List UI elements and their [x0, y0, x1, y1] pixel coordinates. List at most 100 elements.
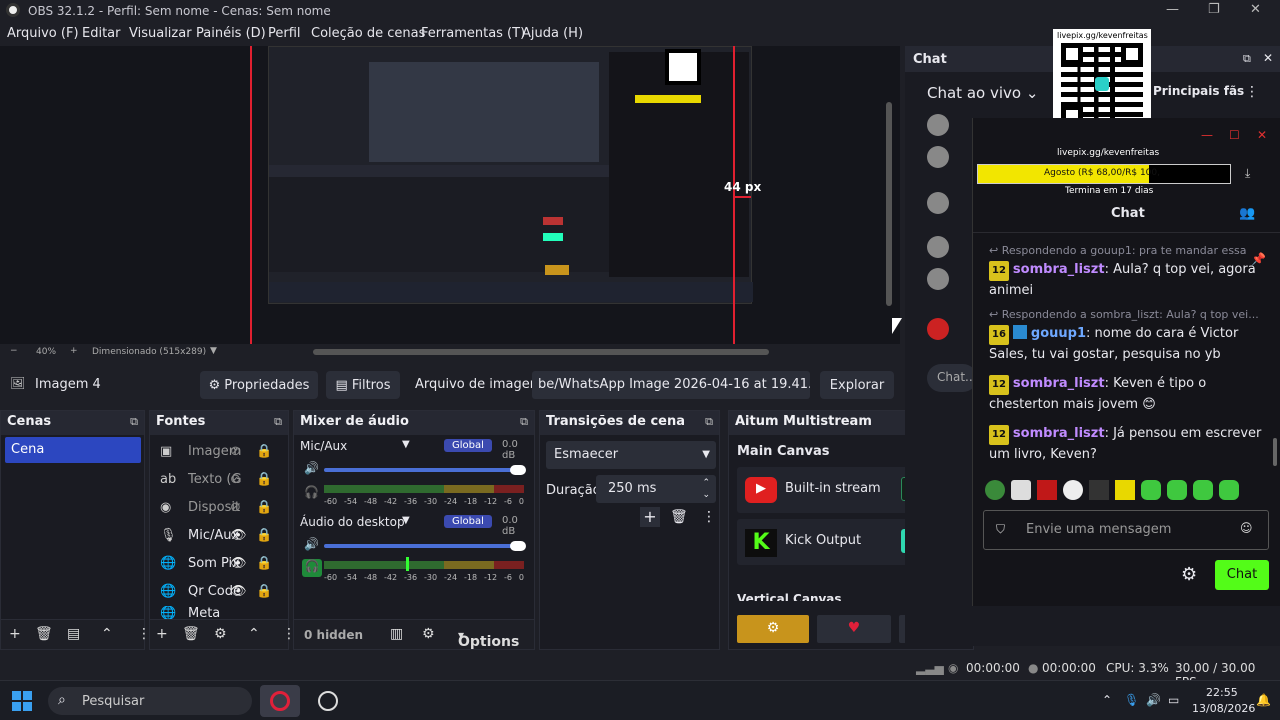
- options-button[interactable]: Options ▾: [458, 628, 519, 650]
- zoom-out-button[interactable]: −: [10, 346, 18, 356]
- columns-icon[interactable]: ▥: [390, 626, 403, 642]
- volume-knob[interactable]: [510, 541, 526, 551]
- close-icon[interactable]: ✕: [1263, 51, 1273, 65]
- microphone-icon[interactable]: 🎙: [1124, 693, 1139, 707]
- menu-arquivo[interactable]: Arquivo (F): [7, 26, 79, 41]
- menu-ajuda[interactable]: Ajuda (H): [522, 26, 583, 41]
- menu-editar[interactable]: Editar: [82, 26, 121, 41]
- minimize-icon[interactable]: —: [1201, 128, 1213, 142]
- menu-perfil[interactable]: Perfil: [268, 26, 301, 41]
- top-fans-button[interactable]: Principais fãs: [1153, 84, 1244, 98]
- source-item[interactable]: 🌐 Som Pix 👁 🔒: [160, 550, 272, 576]
- mode-badge[interactable]: Global: [444, 439, 492, 452]
- mode-badge[interactable]: Global: [444, 515, 492, 528]
- app-taskbar-icon[interactable]: [318, 691, 338, 711]
- add-scene-button[interactable]: +: [9, 626, 21, 642]
- remove-transition-button[interactable]: 🗑: [670, 509, 688, 525]
- menu-colecao[interactable]: Coleção de cenas: [311, 26, 425, 41]
- obs-taskbar-icon[interactable]: [260, 685, 300, 717]
- move-up-icon[interactable]: ⌃: [248, 626, 260, 642]
- monitor-off-icon[interactable]: 🎧: [304, 485, 319, 499]
- monitor-on-icon[interactable]: 🎧: [302, 559, 322, 577]
- undock-icon[interactable]: ⧉: [705, 415, 713, 429]
- lock-icon[interactable]: 🔒: [256, 584, 272, 599]
- scene-filters-icon[interactable]: ▤: [67, 626, 80, 642]
- users-icon[interactable]: 👥: [1239, 206, 1255, 221]
- windows-start-icon[interactable]: [12, 691, 32, 711]
- preview-canvas[interactable]: 44 px: [0, 46, 900, 346]
- maximize-icon[interactable]: ❐: [1208, 2, 1220, 17]
- horizontal-scrollbar[interactable]: [313, 349, 769, 355]
- undock-icon[interactable]: ⧉: [130, 415, 138, 429]
- tray-expand-icon[interactable]: ⌃: [1102, 693, 1112, 707]
- donate-button[interactable]: ♥: [817, 615, 891, 643]
- undock-icon[interactable]: ⧉: [274, 415, 282, 429]
- move-up-icon[interactable]: ⌃: [101, 626, 113, 642]
- transition-select[interactable]: Esmaecer ▼: [546, 441, 716, 469]
- minimize-icon[interactable]: —: [1166, 2, 1179, 17]
- scene-item[interactable]: Cena: [5, 437, 141, 463]
- hidden-eye-icon[interactable]: ⊘: [230, 444, 241, 459]
- more-icon[interactable]: ⋮: [1245, 84, 1259, 100]
- volume-icon[interactable]: 🔊: [304, 461, 319, 475]
- close-icon[interactable]: ✕: [1250, 2, 1261, 17]
- volume-icon[interactable]: 🔊: [304, 537, 319, 551]
- source-item[interactable]: ▣ Imagem ⊘ 🔒: [160, 438, 272, 464]
- lock-icon[interactable]: 🔒: [256, 472, 272, 487]
- zoom-in-button[interactable]: +: [70, 346, 78, 356]
- lock-icon[interactable]: 🔒: [256, 528, 272, 543]
- eye-icon[interactable]: 👁: [230, 556, 247, 571]
- chat-scrollbar[interactable]: [1273, 438, 1277, 466]
- source-item[interactable]: 🌐 Qr Code 👁 🔒: [160, 578, 272, 604]
- battery-icon[interactable]: ▭: [1168, 693, 1179, 707]
- add-transition-button[interactable]: +: [640, 507, 660, 527]
- hidden-eye-icon[interactable]: ⊘: [230, 500, 241, 515]
- eye-icon[interactable]: 👁: [230, 528, 247, 543]
- chat-input[interactable]: ⛉ Envie uma mensagem ☺: [983, 510, 1269, 550]
- menu-visualizar[interactable]: Visualizar: [129, 26, 192, 41]
- audio-settings-icon[interactable]: ⚙: [422, 626, 435, 642]
- source-item[interactable]: ◉ Disposit ⊘ 🔒: [160, 494, 272, 520]
- gear-icon[interactable]: ⚙: [214, 626, 227, 642]
- menu-paineis[interactable]: Painéis (D): [196, 26, 266, 41]
- volume-slider[interactable]: [324, 468, 514, 472]
- add-source-button[interactable]: +: [156, 626, 168, 642]
- volume-knob[interactable]: [510, 465, 526, 475]
- source-item[interactable]: ab Texto (G ⊘ 🔒: [160, 466, 272, 492]
- lock-icon[interactable]: 🔒: [256, 556, 272, 571]
- file-path-field[interactable]: be/WhatsApp Image 2026-04-16 at 19.41.57…: [532, 371, 810, 399]
- notification-icon[interactable]: 🔔: [1256, 693, 1271, 707]
- speaker-icon[interactable]: 🔊: [1146, 693, 1161, 707]
- dock-chat-input[interactable]: Chat...: [927, 364, 977, 392]
- hidden-eye-icon[interactable]: ⊘: [230, 472, 241, 487]
- menu-ferramentas[interactable]: Ferramentas (T): [421, 26, 525, 41]
- live-chat-dropdown[interactable]: Chat ao vivo ⌄: [927, 84, 1038, 102]
- chevron-down-icon[interactable]: ▼: [402, 515, 410, 526]
- lock-icon[interactable]: 🔒: [256, 500, 272, 515]
- emoji-icon[interactable]: ☺: [1240, 521, 1253, 535]
- properties-button[interactable]: ⚙ Propriedades: [200, 371, 318, 399]
- chat-settings-icon[interactable]: ⚙: [1181, 564, 1197, 585]
- source-item[interactable]: 🌐 Meta: [160, 606, 220, 620]
- more-icon[interactable]: ⋮: [702, 509, 716, 525]
- undock-icon[interactable]: ⧉: [1243, 52, 1251, 66]
- taskbar-search[interactable]: ⌕ Pesquisar: [48, 687, 252, 715]
- emote-row[interactable]: [985, 480, 1255, 502]
- remove-source-button[interactable]: 🗑: [182, 626, 200, 642]
- lock-icon[interactable]: 🔒: [256, 444, 272, 459]
- settings-button[interactable]: ⚙: [737, 615, 809, 643]
- eye-icon[interactable]: 👁: [230, 584, 247, 599]
- remove-scene-button[interactable]: 🗑: [35, 626, 53, 642]
- filters-button[interactable]: ▤ Filtros: [326, 371, 400, 399]
- volume-slider[interactable]: [324, 544, 514, 548]
- source-item[interactable]: 🎙 Mic/Aux 👁 🔒: [160, 522, 272, 548]
- undock-icon[interactable]: ⧉: [520, 415, 528, 429]
- close-icon[interactable]: ✕: [1257, 128, 1267, 142]
- chevron-down-icon[interactable]: ▼: [402, 439, 410, 450]
- preview-scrollbar[interactable]: [886, 102, 892, 306]
- send-chat-button[interactable]: Chat: [1215, 560, 1269, 590]
- download-icon[interactable]: ⤓: [1245, 166, 1250, 181]
- browse-button[interactable]: Explorar: [820, 371, 894, 399]
- chevron-down-icon[interactable]: ▼: [210, 346, 217, 356]
- maximize-icon[interactable]: ☐: [1229, 128, 1240, 142]
